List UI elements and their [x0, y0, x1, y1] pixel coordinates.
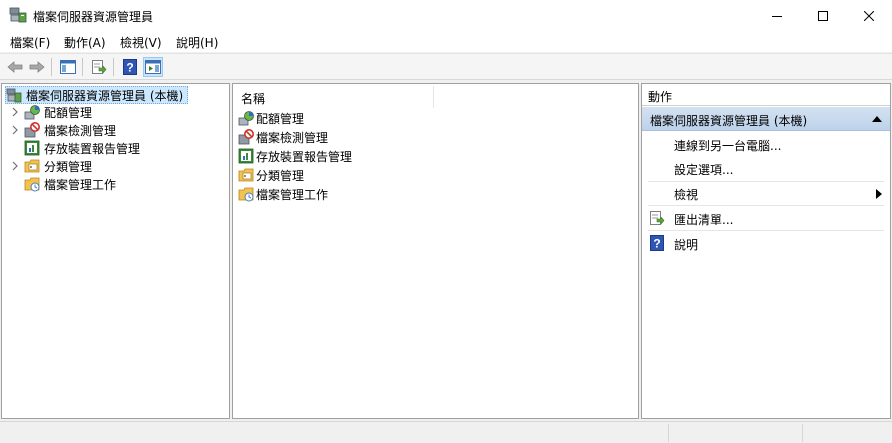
title-bar: 檔案伺服器資源管理員: [0, 0, 892, 31]
tree-root-label: 檔案伺服器資源管理員 (本機): [26, 88, 184, 103]
window-title: 檔案伺服器資源管理員: [33, 10, 154, 24]
forward-button[interactable]: [27, 57, 47, 77]
quota-icon: [238, 111, 254, 126]
action-section-label: 檔案伺服器資源管理員 (本機): [650, 114, 808, 128]
help-icon: ?: [123, 59, 137, 75]
list-item[interactable]: 存放裝置報告管理: [238, 147, 352, 165]
tree-item-storage-reports[interactable]: 存放裝置報告管理: [24, 139, 140, 157]
action-pane-title: 動作: [642, 84, 890, 106]
action-item-label: 檢視: [674, 188, 699, 202]
list-item[interactable]: 檔案管理工作: [238, 185, 328, 203]
list-item-label: 分類管理: [256, 168, 305, 183]
list-item-label: 配額管理: [256, 111, 305, 126]
list-item[interactable]: 檔案檢測管理: [238, 128, 328, 146]
file-screen-icon: [24, 122, 40, 138]
action-pane-title-label: 動作: [648, 90, 673, 104]
classification-icon: [238, 168, 254, 182]
minimize-icon: [772, 15, 782, 17]
action-pane-icon: [145, 60, 161, 74]
app-window: 檔案伺服器資源管理員 檔案(F) 動作(A) 檢視(V) 說明(H) ? 檔案伺…: [0, 0, 892, 443]
tree-item-label: 分類管理: [44, 159, 93, 174]
menu-help[interactable]: 說明(H): [176, 34, 218, 51]
tree-item-label: 檔案檢測管理: [44, 123, 117, 138]
action-view[interactable]: 檢視: [642, 181, 890, 205]
server-app-icon: [9, 7, 27, 23]
list-item-label: 存放裝置報告管理: [256, 149, 353, 164]
help-button[interactable]: ?: [120, 57, 140, 77]
show-hide-tree-button[interactable]: [58, 57, 78, 77]
status-bar: [0, 421, 892, 443]
toolbar: ?: [0, 53, 892, 80]
storage-report-icon: [238, 148, 254, 164]
action-item-label: 匯出清單...: [674, 213, 734, 227]
maximize-icon: [818, 10, 828, 21]
result-list-pane: 名稱 配額管理 檔案檢測管理 存放裝置報告管理 分類管理 檔案管理工作: [232, 83, 639, 419]
svg-text:?: ?: [126, 61, 133, 75]
list-item-label: 檔案管理工作: [256, 187, 329, 202]
action-item-label: 連線到另一台電腦...: [674, 139, 782, 153]
file-management-task-icon: [238, 187, 254, 202]
export-list-icon: [92, 60, 107, 74]
console-tree-pane: 檔案伺服器資源管理員 (本機) 配額管理 檔案檢測管理 存放裝置報告管理 分類管…: [1, 83, 230, 419]
back-arrow-icon: [7, 61, 23, 73]
list-item[interactable]: 分類管理: [238, 166, 304, 184]
tree-item-file-screen[interactable]: 檔案檢測管理: [10, 121, 116, 139]
tree-item-quota[interactable]: 配額管理: [10, 103, 92, 121]
file-screen-icon: [238, 129, 254, 145]
tree-item-file-management-tasks[interactable]: 檔案管理工作: [24, 175, 116, 193]
chevron-right-icon[interactable]: [10, 161, 20, 171]
storage-report-icon: [24, 140, 40, 156]
menu-action[interactable]: 動作(A): [64, 34, 106, 51]
server-app-icon: [6, 88, 22, 103]
action-help[interactable]: ? 說明: [642, 231, 890, 255]
menu-view[interactable]: 檢視(V): [120, 34, 162, 51]
status-bar-segment: [802, 424, 803, 442]
toolbar-separator: [82, 58, 83, 76]
action-configure-options[interactable]: 設定選項...: [642, 156, 890, 180]
show-action-pane-button[interactable]: [143, 57, 163, 77]
help-icon: ?: [650, 235, 664, 251]
minimize-button[interactable]: [754, 0, 800, 31]
toolbar-separator: [51, 58, 52, 76]
tree-item-label: 存放裝置報告管理: [44, 141, 141, 156]
action-pane: 動作 檔案伺服器資源管理員 (本機) 連線到另一台電腦... 設定選項... 檢…: [641, 83, 891, 419]
list-item-label: 檔案檢測管理: [256, 130, 329, 145]
action-section-header[interactable]: 檔案伺服器資源管理員 (本機): [642, 107, 890, 131]
action-export-list[interactable]: 匯出清單...: [642, 206, 890, 230]
toolbar-separator: [113, 58, 114, 76]
submenu-arrow-icon: [876, 189, 882, 199]
status-bar-segment: [668, 424, 669, 442]
tree-item-classification[interactable]: 分類管理: [10, 157, 92, 175]
export-list-button[interactable]: [89, 57, 109, 77]
close-button[interactable]: [846, 0, 892, 31]
svg-text:?: ?: [653, 237, 660, 251]
menu-file[interactable]: 檔案(F): [10, 34, 50, 51]
action-item-label: 說明: [674, 238, 699, 252]
forward-arrow-icon: [29, 61, 45, 73]
maximize-button[interactable]: [800, 0, 846, 31]
column-divider[interactable]: [433, 86, 434, 108]
menu-bar: 檔案(F) 動作(A) 檢視(V) 說明(H): [0, 31, 892, 52]
close-icon: [864, 10, 874, 21]
tree-root-fsrm[interactable]: 檔案伺服器資源管理員 (本機): [5, 86, 189, 104]
classification-icon: [24, 159, 40, 173]
column-header-label: 名稱: [241, 92, 266, 106]
console-tree-icon: [60, 60, 76, 74]
quota-icon: [24, 105, 40, 120]
action-item-label: 設定選項...: [674, 163, 734, 177]
file-management-task-icon: [24, 177, 40, 192]
chevron-right-icon[interactable]: [10, 107, 20, 117]
column-header-name[interactable]: 名稱: [233, 84, 638, 110]
back-button[interactable]: [5, 57, 25, 77]
chevron-right-icon[interactable]: [10, 125, 20, 135]
tree-item-label: 檔案管理工作: [44, 177, 117, 192]
action-connect-to-another-computer[interactable]: 連線到另一台電腦...: [642, 132, 890, 156]
export-list-icon: [650, 211, 665, 225]
collapse-up-icon[interactable]: [872, 116, 882, 122]
tree-item-label: 配額管理: [44, 105, 93, 120]
list-item[interactable]: 配額管理: [238, 109, 304, 127]
